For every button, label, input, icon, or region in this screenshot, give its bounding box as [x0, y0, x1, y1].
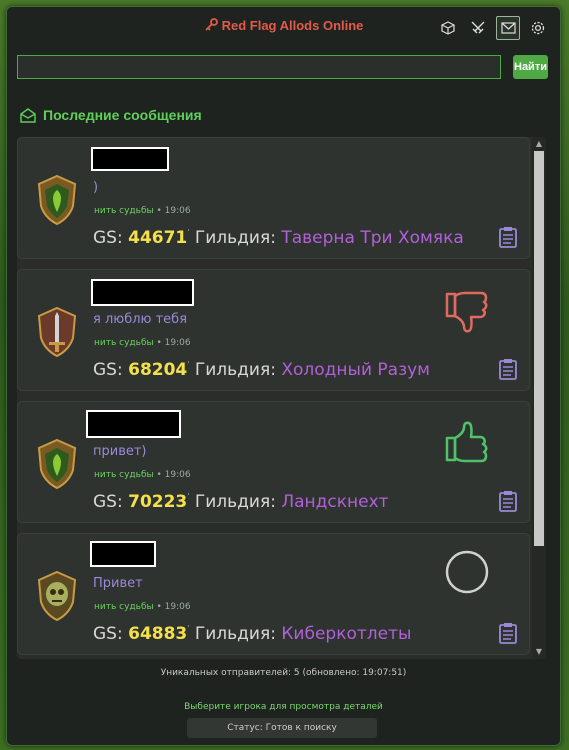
guild-label: Гильдия:: [194, 492, 276, 512]
clipboard-icon[interactable]: [498, 358, 518, 380]
swords-icon[interactable]: [466, 16, 490, 40]
redacted-name: [91, 279, 194, 306]
title-bar: Red Flag Allods Online: [7, 7, 560, 45]
message-time: 19:06: [164, 470, 191, 480]
toolbar: [436, 16, 550, 40]
cube-icon[interactable]: [436, 16, 460, 40]
gs-row: GS: 68204' Гильдия: Холодный Разум: [93, 360, 430, 380]
gs-row: GS: 70223' Гильдия: Ландскнехт: [93, 492, 389, 512]
detail-hint: Выберите игрока для просмотра деталей: [184, 702, 383, 712]
shield-leaf-icon: [37, 174, 77, 226]
app-title-text: Red Flag Allods Online: [221, 18, 364, 33]
clipboard-icon[interactable]: [498, 490, 518, 512]
search-input[interactable]: [17, 55, 501, 79]
message-text: привет): [93, 444, 147, 459]
guild-label: Гильдия:: [194, 360, 276, 380]
shield-sword-icon: [37, 306, 77, 358]
gs-label: GS:: [93, 228, 123, 248]
message-card[interactable]: Привет нить судьбы • 19:06 GS: 64883' Ги…: [17, 533, 530, 655]
guild-name: Таверна Три Хомяка: [281, 228, 464, 248]
message-text: Привет: [93, 576, 143, 591]
message-card[interactable]: я люблю тебя нить судьбы • 19:06 GS: 682…: [17, 269, 530, 391]
section-header: Последние сообщения: [19, 107, 202, 123]
message-meta: нить судьбы • 19:06: [94, 602, 191, 612]
scroll-up-arrow[interactable]: ▲: [535, 139, 543, 149]
gs-row: GS: 64883' Гильдия: Киберкотлеты: [93, 624, 412, 644]
message-meta: нить судьбы • 19:06: [94, 470, 191, 480]
message-time: 19:06: [164, 338, 191, 348]
search-button[interactable]: Найти: [513, 55, 548, 79]
clipboard-icon[interactable]: [498, 226, 518, 248]
message-list[interactable]: ) нить судьбы • 19:06 GS: 44671' Гильдия…: [17, 137, 546, 659]
thread-link[interactable]: нить судьбы: [94, 338, 154, 348]
message-text: я люблю тебя: [93, 312, 188, 327]
message-card[interactable]: ) нить судьбы • 19:06 GS: 44671' Гильдия…: [17, 137, 530, 259]
thread-link[interactable]: нить судьбы: [94, 602, 154, 612]
key-icon: [204, 18, 218, 35]
scroll-thumb[interactable]: [534, 151, 544, 546]
gs-row: GS: 44671' Гильдия: Таверна Три Хомяка: [93, 228, 464, 248]
circle-icon: [445, 550, 489, 594]
thumbs-up-icon: [445, 421, 488, 463]
shield-skull-icon: [37, 570, 77, 622]
thread-link[interactable]: нить судьбы: [94, 470, 154, 480]
guild-label: Гильдия:: [194, 624, 276, 644]
clipboard-icon[interactable]: [498, 622, 518, 644]
scrollbar[interactable]: ▲ ▼: [532, 137, 546, 659]
gs-value: 44671: [128, 228, 188, 248]
app-window: Red Flag Allods Online Найти Последние с…: [6, 6, 561, 746]
gs-value: 70223: [128, 492, 188, 512]
gs-value: 64883: [128, 624, 188, 644]
gs-label: GS:: [93, 624, 123, 644]
thumbs-down-icon: [445, 291, 488, 333]
mail-icon[interactable]: [496, 16, 520, 40]
gear-icon[interactable]: [526, 16, 550, 40]
scroll-down-arrow[interactable]: ▼: [535, 647, 543, 657]
guild-label: Гильдия:: [194, 228, 276, 248]
gs-value: 68204: [128, 360, 188, 380]
redacted-name: [91, 147, 169, 171]
message-time: 19:06: [164, 602, 191, 612]
guild-name: Ландскнехт: [281, 492, 389, 512]
message-meta: нить судьбы • 19:06: [94, 206, 191, 216]
guild-name: Киберкотлеты: [281, 624, 412, 644]
gs-label: GS:: [93, 492, 123, 512]
envelope-icon: [20, 108, 36, 123]
redacted-name: [90, 541, 156, 567]
unique-senders: Уникальных отправителей: 5 (обновлено: 1…: [160, 668, 407, 678]
redacted-name: [86, 410, 181, 438]
guild-name: Холодный Разум: [281, 360, 430, 380]
message-card[interactable]: привет) нить судьбы • 19:06 GS: 70223' Г…: [17, 401, 530, 523]
message-meta: нить судьбы • 19:06: [94, 338, 191, 348]
search-row: Найти: [17, 55, 548, 81]
message-time: 19:06: [164, 206, 191, 216]
thread-link[interactable]: нить судьбы: [94, 206, 154, 216]
gs-label: GS:: [93, 360, 123, 380]
section-title: Последние сообщения: [43, 107, 202, 123]
status-box: Статус: Готов к поиску: [187, 718, 377, 738]
shield-leaf-icon: [37, 438, 77, 490]
message-text: ): [93, 180, 99, 195]
